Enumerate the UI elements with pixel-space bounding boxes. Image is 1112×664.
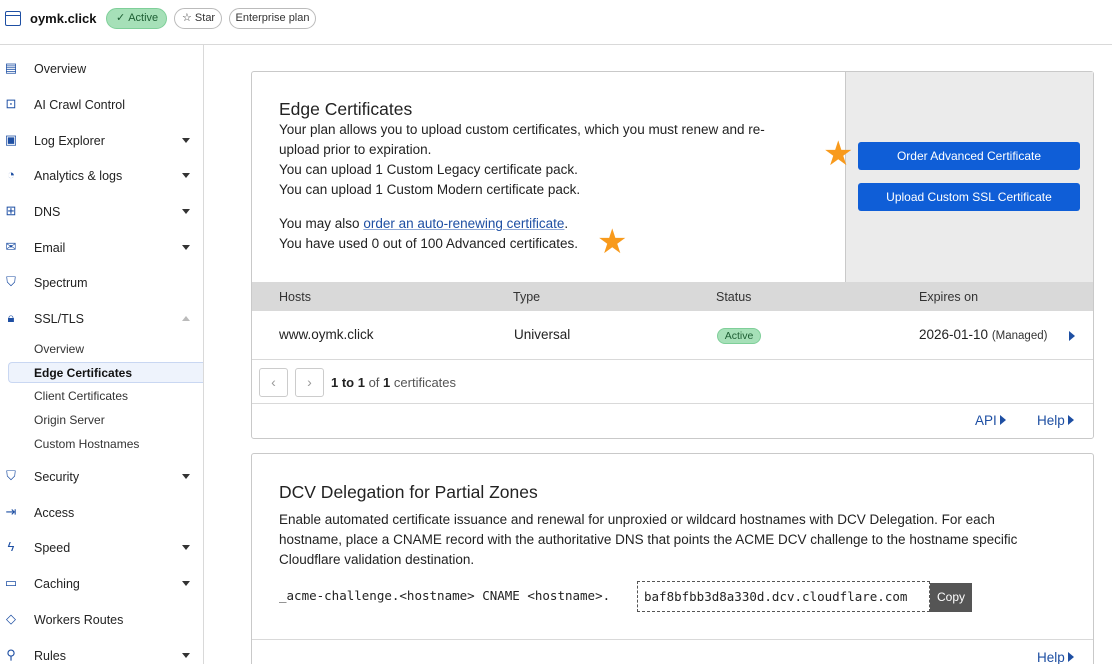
chevron-down-icon [182, 474, 190, 479]
chevron-down-icon [182, 245, 190, 250]
chevron-down-icon [182, 581, 190, 586]
column-header-expires[interactable]: Expires on [919, 290, 978, 304]
robot-icon: ⊡ [5, 96, 17, 111]
divider [252, 639, 1093, 640]
prev-page-button[interactable]: ‹ [259, 368, 288, 397]
plan-badge[interactable]: Enterprise plan [229, 8, 316, 29]
expires-cell: 2026-01-10 (Managed) [919, 327, 1048, 342]
chart-icon: ◔ [7, 167, 15, 182]
filter-icon: ⚲ [6, 647, 16, 662]
chevron-up-icon [182, 316, 190, 321]
copy-button[interactable]: Copy [930, 583, 972, 612]
order-advanced-certificate-button[interactable]: Order Advanced Certificate [858, 142, 1080, 170]
chevron-down-icon [182, 209, 190, 214]
sidebar-item-dns[interactable]: ⊞ DNS [0, 200, 203, 224]
zone-name[interactable]: oymk.click [30, 11, 97, 26]
sidebar-item-access[interactable]: ⇥ Access [0, 501, 203, 525]
certificates-table-header: Hosts Type Status Expires on [252, 282, 1093, 311]
arrow-right-icon [1067, 415, 1074, 425]
column-header-status[interactable]: Status [716, 290, 751, 304]
sidebar-item-ai-crawl-control[interactable]: ⊡ AI Crawl Control [0, 93, 203, 117]
top-bar: oymk.click ✓ Active ☆ Star Enterprise pla… [0, 0, 1112, 45]
upload-custom-ssl-button[interactable]: Upload Custom SSL Certificate [858, 183, 1080, 211]
shield-icon: ⛉ [6, 274, 16, 289]
network-icon: ⊞ [5, 203, 17, 218]
chevron-down-icon [182, 173, 190, 178]
sidebar-item-ssl-tls[interactable]: 🔒︎ SSL/TLS [0, 307, 203, 331]
star-button[interactable]: ☆ Star [174, 8, 222, 29]
sidebar-subitem-edge-certificates[interactable]: Edge Certificates [8, 362, 203, 383]
dcv-description: Enable automated certificate issuance an… [279, 512, 1018, 567]
star-icon: ☆ [182, 12, 195, 24]
table-row[interactable]: www.oymk.click Universal Active 2026-01-… [252, 311, 1093, 360]
edge-certificates-title: Edge Certificates [279, 99, 413, 119]
zone-status-badge: ✓ Active [106, 8, 167, 29]
sidebar-subitem-origin-server[interactable]: Origin Server [8, 409, 203, 430]
pagination-summary: 1 to 1 of 1 certificates [331, 375, 457, 390]
drive-icon: ▭ [4, 575, 18, 590]
access-icon: ⇥ [5, 504, 17, 519]
pagination: ‹ › 1 to 1 of 1 certificates [252, 361, 1093, 404]
sidebar-item-speed[interactable]: ϟ Speed [0, 536, 203, 560]
dcv-delegation-card: DCV Delegation for Partial Zones Enable … [251, 453, 1094, 664]
dcv-help-link[interactable]: Help [1037, 650, 1074, 664]
sidebar-item-rules[interactable]: ⚲ Rules [0, 644, 203, 664]
sidebar-subitem-client-certificates[interactable]: Client Certificates [8, 385, 203, 406]
document-icon: ▤ [4, 60, 18, 75]
sidebar-item-email[interactable]: ✉ Email [0, 236, 203, 260]
log-icon: ▣ [4, 132, 18, 147]
status-badge: Active [717, 328, 761, 344]
shield-icon: ⛉ [6, 468, 16, 483]
actions-panel [845, 72, 1093, 282]
sidebar-item-spectrum[interactable]: ⛉ Spectrum [0, 271, 203, 295]
sidebar-item-workers-routes[interactable]: ◇ Workers Routes [0, 608, 203, 632]
check-icon: ✓ [116, 12, 126, 24]
sidebar-subitem-ssl-overview[interactable]: Overview [8, 338, 203, 359]
type-cell: Universal [514, 327, 571, 342]
sidebar-item-security[interactable]: ⛉ Security [0, 465, 203, 489]
api-link[interactable]: API [975, 413, 1006, 428]
arrow-right-icon [999, 415, 1006, 425]
zone-status-label: Active [128, 12, 159, 24]
column-header-hosts[interactable]: Hosts [279, 290, 311, 304]
sidebar-subitem-custom-hostnames[interactable]: Custom Hostnames [8, 433, 203, 454]
mail-icon: ✉ [5, 239, 17, 254]
sidebar-item-log-explorer[interactable]: ▣ Log Explorer [0, 129, 203, 153]
edge-certificates-card: Edge Certificates Your plan allows you t… [251, 71, 1094, 439]
star-marker-icon: ★ [597, 223, 628, 261]
cname-target-value[interactable]: baf8bfbb3d8a330d.dcv.cloudflare.com [637, 581, 930, 612]
chevron-down-icon [182, 545, 190, 550]
star-label: Star [194, 12, 216, 24]
arrow-right-icon [1067, 652, 1074, 662]
chevron-down-icon [182, 138, 190, 143]
next-page-button[interactable]: › [295, 368, 324, 397]
help-link[interactable]: Help [1037, 413, 1074, 428]
bolt-icon: ϟ [7, 539, 15, 554]
column-header-type[interactable]: Type [513, 290, 540, 304]
cname-record-prefix: _acme-challenge.<hostname> CNAME <hostna… [279, 588, 611, 603]
order-certificate-link[interactable]: order an auto-renewing certificate [363, 216, 564, 231]
lock-icon: 🔒︎ [7, 310, 15, 325]
sidebar-item-analytics[interactable]: ◔ Analytics & logs [0, 164, 203, 188]
sidebar-item-overview[interactable]: ▤ Overview [0, 57, 203, 81]
sidebar: ▤ Overview ⊡ AI Crawl Control ▣ Log Explore… [0, 45, 204, 664]
browser-window-icon [5, 11, 21, 26]
expand-row-icon[interactable] [1069, 331, 1075, 341]
sidebar-item-caching[interactable]: ▭ Caching [0, 572, 203, 596]
host-cell: www.oymk.click [279, 327, 374, 342]
dcv-delegation-title: DCV Delegation for Partial Zones [279, 482, 538, 502]
diamond-icon: ◇ [6, 611, 16, 626]
chevron-down-icon [182, 653, 190, 658]
advanced-certificate-info: You may also order an auto-renewing cert… [279, 216, 578, 251]
plan-description: Your plan allows you to upload custom ce… [279, 122, 765, 197]
star-marker-icon: ★ [823, 135, 854, 173]
